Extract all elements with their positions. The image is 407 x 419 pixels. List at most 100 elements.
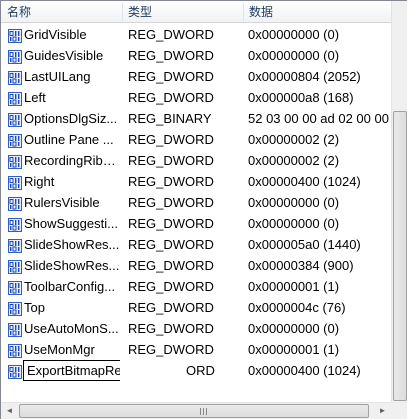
- value-name-cell[interactable]: ExportBitmapResolution: [4, 360, 120, 381]
- value-data-cell: 0x000005a0 (1440): [248, 237, 361, 252]
- value-type-cell: REG_DWORD: [128, 279, 214, 294]
- registry-dword-icon: [8, 217, 22, 232]
- value-name-cell[interactable]: GuidesVisible: [4, 45, 120, 66]
- value-data-cell: 0x000000a8 (168): [248, 90, 354, 105]
- scrollbar-corner: [391, 402, 407, 419]
- value-type-cell: REG_DWORD: [128, 300, 214, 315]
- value-data-cell: 0x00000002 (2): [248, 132, 340, 147]
- table-row[interactable]: Right REG_DWORD 0x00000400 (1024): [1, 171, 391, 192]
- registry-dword-icon: [8, 196, 22, 211]
- value-data-cell: 0x00000000 (0): [248, 216, 340, 231]
- vertical-scrollbar[interactable]: [391, 1, 407, 403]
- table-row[interactable]: OptionsDlgSiz... REG_BINARY 52 03 00 00 ad…: [1, 108, 391, 129]
- value-name: UseAutoMonS...: [24, 321, 119, 336]
- value-data-cell: 0x00000000 (0): [248, 27, 340, 42]
- registry-dword-icon: [8, 322, 22, 337]
- table-row[interactable]: RulersVisible REG_DWORD 0x00000000 (0): [1, 192, 391, 213]
- value-name-cell[interactable]: Outline Pane ...: [4, 129, 120, 150]
- scroll-left-arrow-icon[interactable]: ◄: [1, 403, 18, 419]
- column-header: 名称 类型 数据: [1, 1, 391, 23]
- registry-dword-icon: [8, 70, 22, 85]
- table-row[interactable]: UseMonMgr REG_DWORD 0x00000001 (1): [1, 339, 391, 360]
- value-name: GuidesVisible: [24, 48, 104, 63]
- value-name-cell[interactable]: UseMonMgr: [4, 339, 120, 360]
- registry-dword-icon: [8, 238, 22, 253]
- table-row[interactable]: ToolbarConfig... REG_DWORD 0x00000001 (1): [1, 276, 391, 297]
- value-type-cell: REG_DWORD: [128, 258, 214, 273]
- value-name: RecordingRibb...: [24, 153, 120, 168]
- value-data-cell: 0x00000804 (2052): [248, 69, 361, 84]
- registry-dword-icon: [8, 133, 22, 148]
- column-header-type[interactable]: 类型: [122, 1, 243, 23]
- value-data-cell: 0x00000400 (1024): [248, 363, 361, 378]
- value-type-cell: REG_DWORD: [128, 90, 214, 105]
- value-name-cell[interactable]: RecordingRibb...: [4, 150, 120, 171]
- value-data-cell: 0x00000384 (900): [248, 258, 354, 273]
- value-data-cell: 0x00000000 (0): [248, 321, 340, 336]
- value-type-cell: REG_BINARY: [128, 111, 212, 126]
- value-data-cell: 0x00000001 (1): [248, 342, 340, 357]
- registry-dword-icon: [8, 280, 22, 295]
- value-name: GridVisible: [24, 27, 87, 42]
- registry-values-listview[interactable]: 名称 类型 数据 GridVisible REG_DWORD 0x00000000 …: [0, 0, 407, 419]
- value-type-cell: REG_DWORD: [128, 153, 214, 168]
- value-rows: GridVisible REG_DWORD 0x00000000 (0) Guide…: [1, 24, 391, 402]
- value-name-cell[interactable]: OptionsDlgSiz...: [4, 108, 120, 129]
- registry-dword-icon: [8, 154, 22, 169]
- table-row[interactable]: ExportBitmapResolutionORD0x00000400 (102…: [1, 360, 391, 381]
- table-row[interactable]: Outline Pane ... REG_DWORD 0x00000002 (2): [1, 129, 391, 150]
- value-name-cell[interactable]: ShowSuggesti...: [4, 213, 120, 234]
- table-row[interactable]: ShowSuggesti... REG_DWORD 0x00000000 (0): [1, 213, 391, 234]
- table-row[interactable]: Top REG_DWORD 0x0000004c (76): [1, 297, 391, 318]
- horizontal-scrollbar[interactable]: ◄ ►: [1, 402, 391, 419]
- value-name-cell[interactable]: Left: [4, 87, 120, 108]
- value-name-cell[interactable]: ToolbarConfig...: [4, 276, 120, 297]
- vertical-scroll-thumb[interactable]: [393, 111, 407, 401]
- value-name: Right: [24, 174, 55, 189]
- registry-dword-icon: [8, 91, 22, 106]
- column-header-name[interactable]: 名称: [1, 1, 122, 23]
- table-row[interactable]: RecordingRibb... REG_DWORD 0x00000002 (2): [1, 150, 391, 171]
- value-name: Left: [24, 90, 46, 105]
- horizontal-scroll-thumb[interactable]: [19, 404, 369, 418]
- value-data-cell: 52 03 00 00 ad 02 00 00: [248, 111, 389, 126]
- value-name-cell[interactable]: GridVisible: [4, 24, 120, 45]
- table-row[interactable]: GuidesVisible REG_DWORD 0x00000000 (0): [1, 45, 391, 66]
- value-name: SlideShowRes...: [24, 237, 120, 252]
- value-data-cell: 0x00000001 (1): [248, 279, 340, 294]
- rename-input[interactable]: ExportBitmapResolution: [23, 360, 120, 381]
- value-name-cell[interactable]: UseAutoMonS...: [4, 318, 120, 339]
- registry-dword-icon: [8, 343, 22, 358]
- value-type-cell: REG_DWORD: [128, 48, 214, 63]
- table-row[interactable]: UseAutoMonS... REG_DWORD 0x00000000 (0): [1, 318, 391, 339]
- value-name-cell[interactable]: LastUILang: [4, 66, 120, 87]
- registry-dword-icon: [8, 364, 22, 379]
- table-row[interactable]: SlideShowRes... REG_DWORD 0x00000384 (900): [1, 255, 391, 276]
- value-type-cell: REG_DWORD: [128, 69, 214, 84]
- value-type-cell: REG_DWORD: [128, 237, 214, 252]
- table-row[interactable]: Left REG_DWORD 0x000000a8 (168): [1, 87, 391, 108]
- value-name: SlideShowRes...: [24, 258, 120, 273]
- value-name: OptionsDlgSiz...: [24, 111, 118, 126]
- table-row[interactable]: GridVisible REG_DWORD 0x00000000 (0): [1, 24, 391, 45]
- value-type-cell: REG_DWORD: [128, 174, 214, 189]
- value-name-cell[interactable]: SlideShowRes...: [4, 255, 120, 276]
- value-name: Top: [24, 300, 45, 315]
- value-type-cell: REG_DWORD: [128, 321, 214, 336]
- value-type-cell: REG_DWORD: [128, 27, 214, 42]
- value-name-cell[interactable]: RulersVisible: [4, 192, 120, 213]
- column-header-data[interactable]: 数据: [243, 1, 391, 23]
- table-row[interactable]: LastUILang REG_DWORD 0x00000804 (2052): [1, 66, 391, 87]
- value-name: Outline Pane ...: [24, 132, 114, 147]
- value-type-cell: REG_DWORD: [128, 216, 214, 231]
- value-name-cell[interactable]: Right: [4, 171, 120, 192]
- scroll-right-arrow-icon[interactable]: ►: [374, 403, 391, 419]
- value-name-cell[interactable]: Top: [4, 297, 120, 318]
- value-type-cell: REG_DWORD: [128, 195, 214, 210]
- value-data-cell: 0x00000000 (0): [248, 48, 340, 63]
- value-name: LastUILang: [24, 69, 91, 84]
- value-name-cell[interactable]: SlideShowRes...: [4, 234, 120, 255]
- value-name: UseMonMgr: [24, 342, 95, 357]
- value-data-cell: 0x00000000 (0): [248, 195, 340, 210]
- table-row[interactable]: SlideShowRes... REG_DWORD 0x000005a0 (1440…: [1, 234, 391, 255]
